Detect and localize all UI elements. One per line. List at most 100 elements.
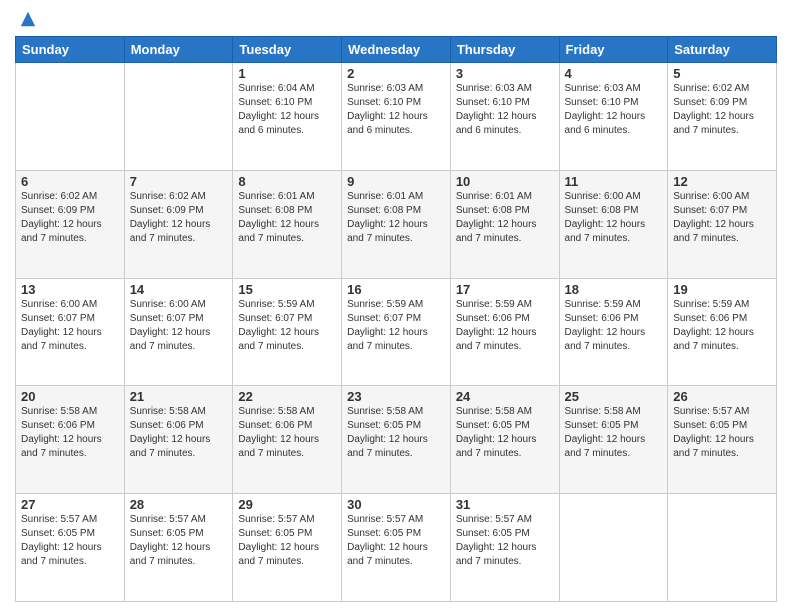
weekday-header-saturday: Saturday — [668, 37, 777, 63]
calendar-cell: 7Sunrise: 6:02 AM Sunset: 6:09 PM Daylig… — [124, 170, 233, 278]
calendar-cell: 13Sunrise: 6:00 AM Sunset: 6:07 PM Dayli… — [16, 278, 125, 386]
day-info: Sunrise: 5:58 AM Sunset: 6:06 PM Dayligh… — [130, 405, 228, 461]
calendar-cell: 6Sunrise: 6:02 AM Sunset: 6:09 PM Daylig… — [16, 170, 125, 278]
day-number: 25 — [565, 389, 663, 404]
week-row-2: 6Sunrise: 6:02 AM Sunset: 6:09 PM Daylig… — [16, 170, 777, 278]
day-info: Sunrise: 6:01 AM Sunset: 6:08 PM Dayligh… — [238, 190, 336, 246]
day-info: Sunrise: 6:00 AM Sunset: 6:07 PM Dayligh… — [130, 298, 228, 354]
day-info: Sunrise: 5:57 AM Sunset: 6:05 PM Dayligh… — [456, 513, 554, 569]
weekday-header-wednesday: Wednesday — [342, 37, 451, 63]
calendar-cell: 5Sunrise: 6:02 AM Sunset: 6:09 PM Daylig… — [668, 63, 777, 171]
calendar-cell: 9Sunrise: 6:01 AM Sunset: 6:08 PM Daylig… — [342, 170, 451, 278]
calendar-cell — [124, 63, 233, 171]
weekday-header-sunday: Sunday — [16, 37, 125, 63]
calendar-cell — [559, 494, 668, 602]
day-info: Sunrise: 5:57 AM Sunset: 6:05 PM Dayligh… — [21, 513, 119, 569]
day-info: Sunrise: 5:57 AM Sunset: 6:05 PM Dayligh… — [673, 405, 771, 461]
day-number: 6 — [21, 174, 119, 189]
day-number: 7 — [130, 174, 228, 189]
calendar-cell: 10Sunrise: 6:01 AM Sunset: 6:08 PM Dayli… — [450, 170, 559, 278]
day-info: Sunrise: 5:59 AM Sunset: 6:06 PM Dayligh… — [673, 298, 771, 354]
day-info: Sunrise: 5:58 AM Sunset: 6:05 PM Dayligh… — [456, 405, 554, 461]
day-info: Sunrise: 6:04 AM Sunset: 6:10 PM Dayligh… — [238, 82, 336, 138]
calendar-cell: 4Sunrise: 6:03 AM Sunset: 6:10 PM Daylig… — [559, 63, 668, 171]
calendar-cell: 26Sunrise: 5:57 AM Sunset: 6:05 PM Dayli… — [668, 386, 777, 494]
weekday-header-thursday: Thursday — [450, 37, 559, 63]
calendar-cell: 23Sunrise: 5:58 AM Sunset: 6:05 PM Dayli… — [342, 386, 451, 494]
weekday-header-monday: Monday — [124, 37, 233, 63]
calendar-cell: 11Sunrise: 6:00 AM Sunset: 6:08 PM Dayli… — [559, 170, 668, 278]
day-number: 11 — [565, 174, 663, 189]
calendar-cell: 31Sunrise: 5:57 AM Sunset: 6:05 PM Dayli… — [450, 494, 559, 602]
calendar-cell: 18Sunrise: 5:59 AM Sunset: 6:06 PM Dayli… — [559, 278, 668, 386]
week-row-3: 13Sunrise: 6:00 AM Sunset: 6:07 PM Dayli… — [16, 278, 777, 386]
day-number: 31 — [456, 497, 554, 512]
calendar-cell: 3Sunrise: 6:03 AM Sunset: 6:10 PM Daylig… — [450, 63, 559, 171]
day-info: Sunrise: 6:03 AM Sunset: 6:10 PM Dayligh… — [565, 82, 663, 138]
calendar-cell — [16, 63, 125, 171]
weekday-header-friday: Friday — [559, 37, 668, 63]
day-info: Sunrise: 5:59 AM Sunset: 6:07 PM Dayligh… — [347, 298, 445, 354]
day-info: Sunrise: 6:02 AM Sunset: 6:09 PM Dayligh… — [673, 82, 771, 138]
day-number: 10 — [456, 174, 554, 189]
day-info: Sunrise: 5:58 AM Sunset: 6:05 PM Dayligh… — [565, 405, 663, 461]
week-row-5: 27Sunrise: 5:57 AM Sunset: 6:05 PM Dayli… — [16, 494, 777, 602]
day-info: Sunrise: 6:00 AM Sunset: 6:08 PM Dayligh… — [565, 190, 663, 246]
calendar-cell: 21Sunrise: 5:58 AM Sunset: 6:06 PM Dayli… — [124, 386, 233, 494]
day-info: Sunrise: 5:58 AM Sunset: 6:05 PM Dayligh… — [347, 405, 445, 461]
day-number: 2 — [347, 66, 445, 81]
day-info: Sunrise: 5:57 AM Sunset: 6:05 PM Dayligh… — [130, 513, 228, 569]
day-number: 8 — [238, 174, 336, 189]
day-info: Sunrise: 6:01 AM Sunset: 6:08 PM Dayligh… — [347, 190, 445, 246]
calendar-cell: 28Sunrise: 5:57 AM Sunset: 6:05 PM Dayli… — [124, 494, 233, 602]
calendar-cell: 19Sunrise: 5:59 AM Sunset: 6:06 PM Dayli… — [668, 278, 777, 386]
day-info: Sunrise: 5:59 AM Sunset: 6:07 PM Dayligh… — [238, 298, 336, 354]
day-number: 27 — [21, 497, 119, 512]
day-number: 29 — [238, 497, 336, 512]
weekday-header-row: SundayMondayTuesdayWednesdayThursdayFrid… — [16, 37, 777, 63]
day-info: Sunrise: 5:57 AM Sunset: 6:05 PM Dayligh… — [238, 513, 336, 569]
calendar-cell: 27Sunrise: 5:57 AM Sunset: 6:05 PM Dayli… — [16, 494, 125, 602]
day-number: 19 — [673, 282, 771, 297]
day-info: Sunrise: 5:57 AM Sunset: 6:05 PM Dayligh… — [347, 513, 445, 569]
week-row-4: 20Sunrise: 5:58 AM Sunset: 6:06 PM Dayli… — [16, 386, 777, 494]
day-number: 1 — [238, 66, 336, 81]
calendar-cell — [668, 494, 777, 602]
day-number: 16 — [347, 282, 445, 297]
day-info: Sunrise: 6:00 AM Sunset: 6:07 PM Dayligh… — [21, 298, 119, 354]
day-info: Sunrise: 6:01 AM Sunset: 6:08 PM Dayligh… — [456, 190, 554, 246]
day-info: Sunrise: 6:03 AM Sunset: 6:10 PM Dayligh… — [456, 82, 554, 138]
day-number: 15 — [238, 282, 336, 297]
calendar-table: SundayMondayTuesdayWednesdayThursdayFrid… — [15, 36, 777, 602]
calendar-cell: 30Sunrise: 5:57 AM Sunset: 6:05 PM Dayli… — [342, 494, 451, 602]
calendar-cell: 24Sunrise: 5:58 AM Sunset: 6:05 PM Dayli… — [450, 386, 559, 494]
day-number: 14 — [130, 282, 228, 297]
calendar-cell: 8Sunrise: 6:01 AM Sunset: 6:08 PM Daylig… — [233, 170, 342, 278]
day-info: Sunrise: 5:59 AM Sunset: 6:06 PM Dayligh… — [565, 298, 663, 354]
calendar-cell: 12Sunrise: 6:00 AM Sunset: 6:07 PM Dayli… — [668, 170, 777, 278]
day-info: Sunrise: 5:59 AM Sunset: 6:06 PM Dayligh… — [456, 298, 554, 354]
day-info: Sunrise: 5:58 AM Sunset: 6:06 PM Dayligh… — [21, 405, 119, 461]
calendar-cell: 2Sunrise: 6:03 AM Sunset: 6:10 PM Daylig… — [342, 63, 451, 171]
day-number: 22 — [238, 389, 336, 404]
logo-icon — [19, 10, 37, 28]
logo — [15, 10, 37, 28]
day-number: 26 — [673, 389, 771, 404]
day-info: Sunrise: 6:02 AM Sunset: 6:09 PM Dayligh… — [130, 190, 228, 246]
header — [15, 10, 777, 28]
day-number: 12 — [673, 174, 771, 189]
day-number: 17 — [456, 282, 554, 297]
day-info: Sunrise: 5:58 AM Sunset: 6:06 PM Dayligh… — [238, 405, 336, 461]
calendar-cell: 25Sunrise: 5:58 AM Sunset: 6:05 PM Dayli… — [559, 386, 668, 494]
day-number: 23 — [347, 389, 445, 404]
day-info: Sunrise: 6:02 AM Sunset: 6:09 PM Dayligh… — [21, 190, 119, 246]
calendar-cell: 20Sunrise: 5:58 AM Sunset: 6:06 PM Dayli… — [16, 386, 125, 494]
day-number: 28 — [130, 497, 228, 512]
day-info: Sunrise: 6:03 AM Sunset: 6:10 PM Dayligh… — [347, 82, 445, 138]
day-number: 9 — [347, 174, 445, 189]
day-number: 18 — [565, 282, 663, 297]
day-number: 4 — [565, 66, 663, 81]
day-number: 5 — [673, 66, 771, 81]
day-number: 30 — [347, 497, 445, 512]
day-number: 21 — [130, 389, 228, 404]
